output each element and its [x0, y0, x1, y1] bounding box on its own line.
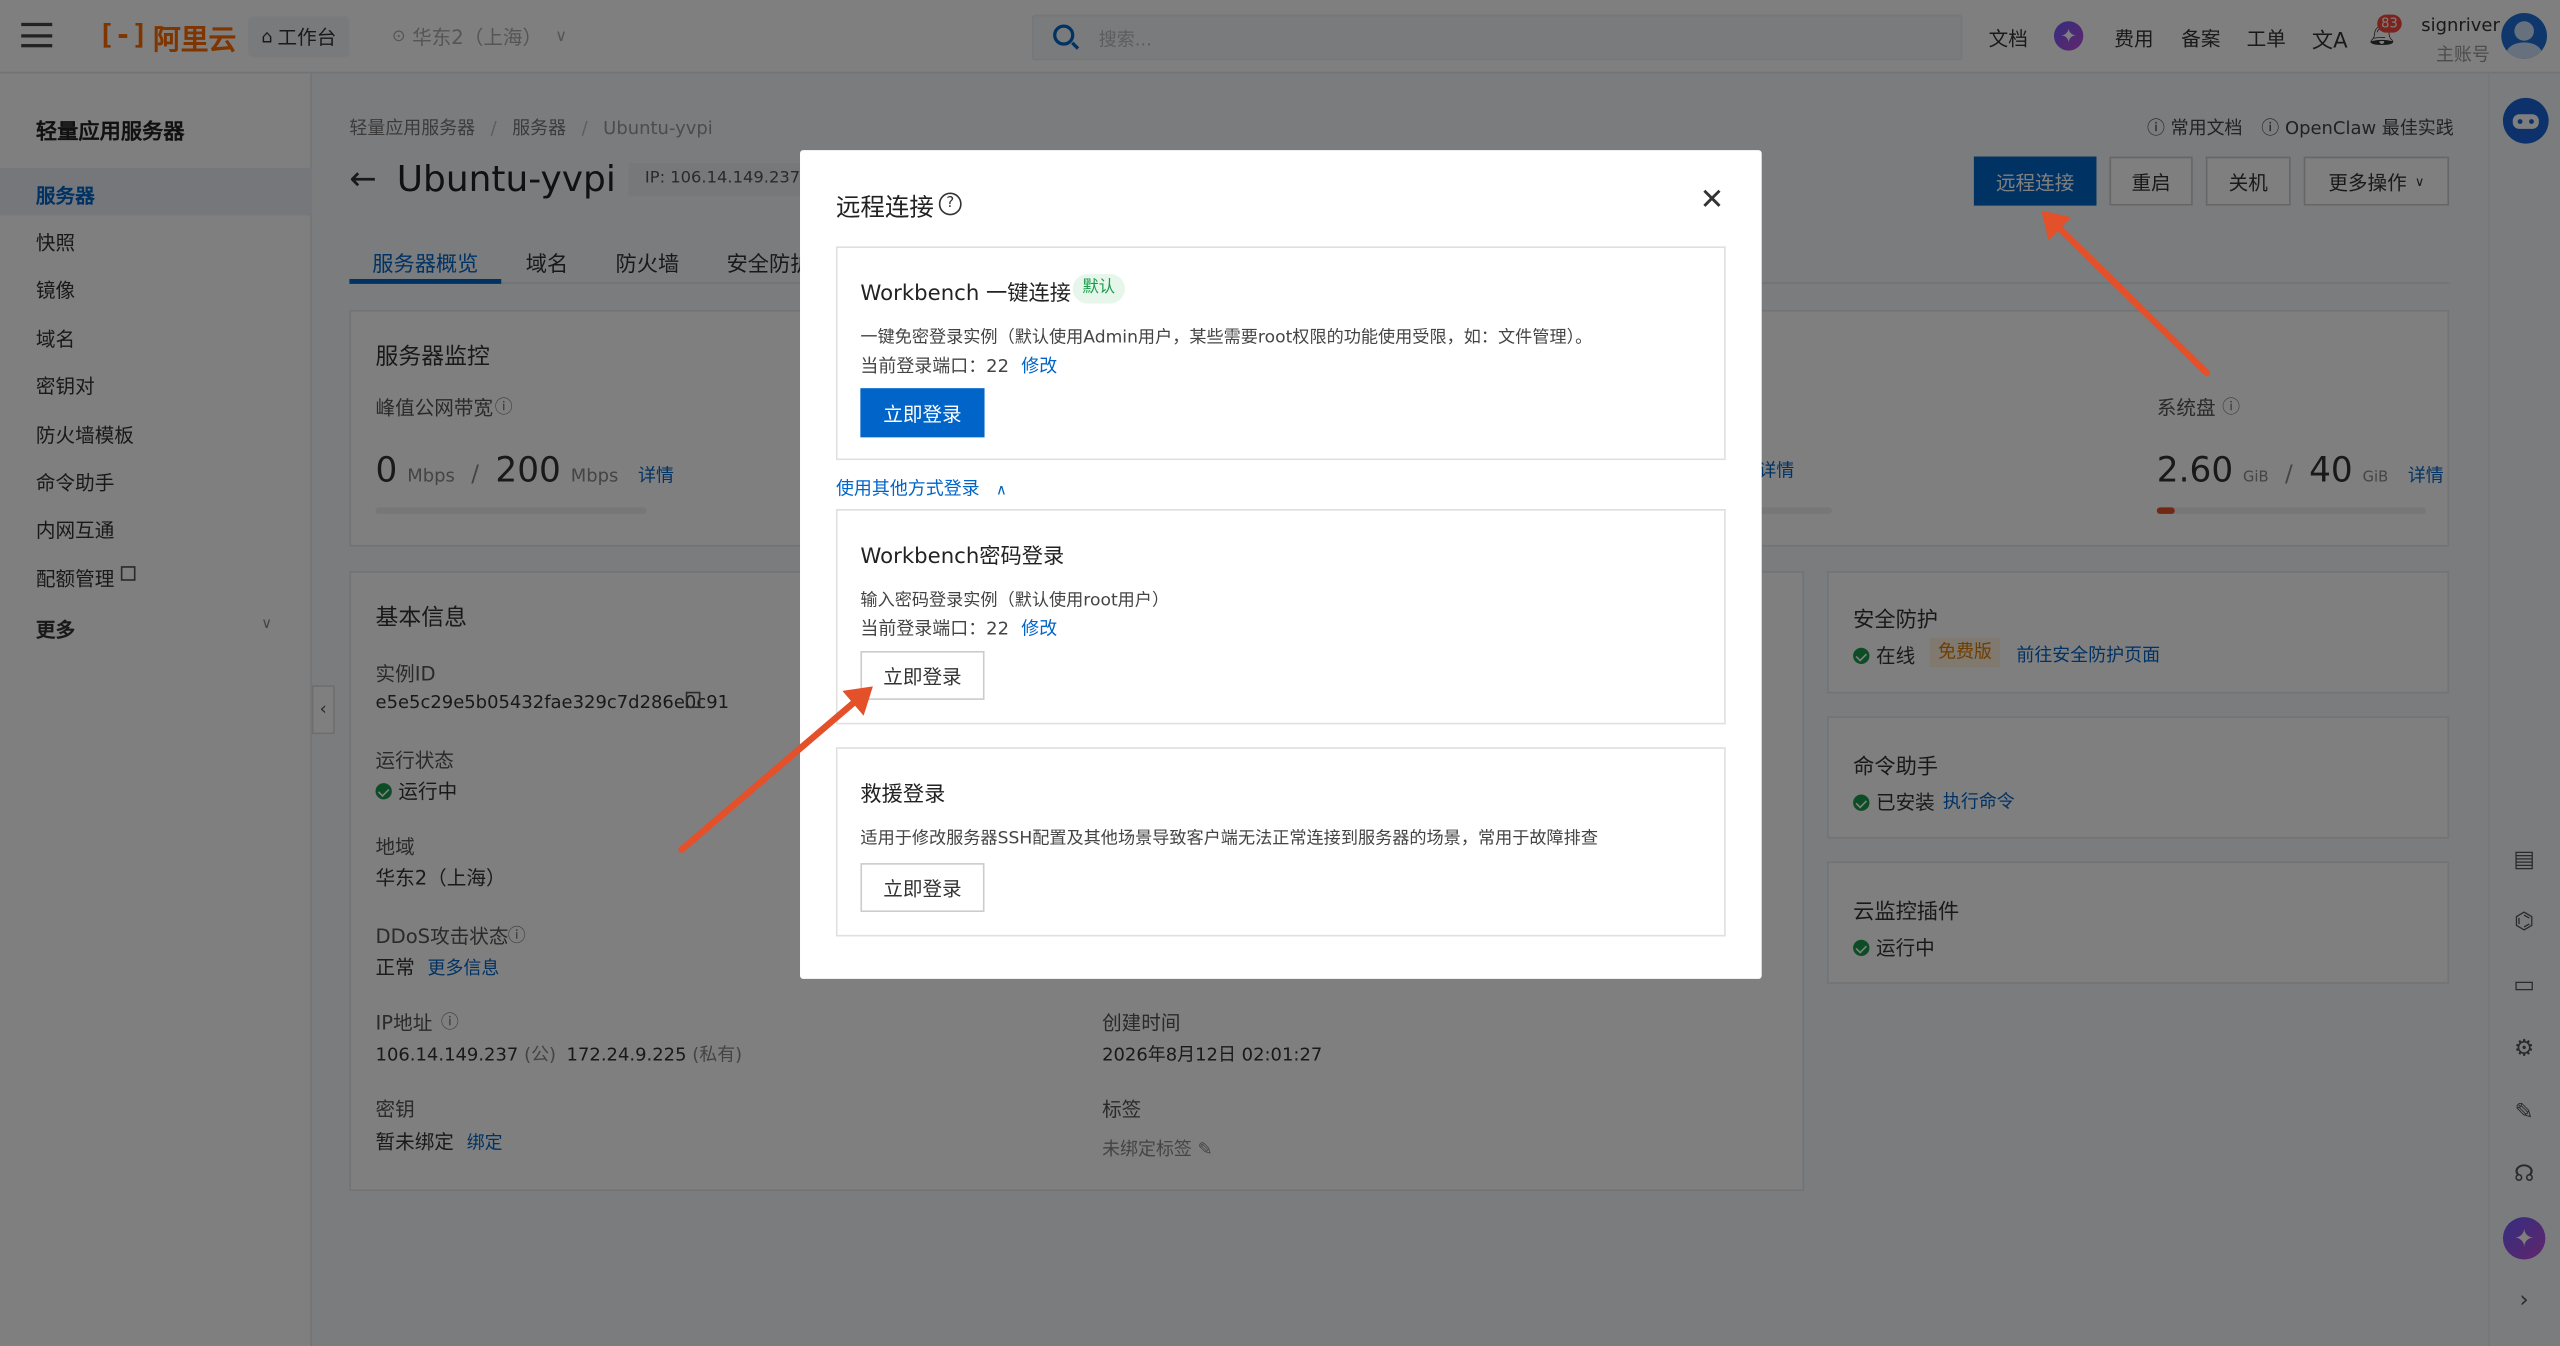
- workbench-quick-title: Workbench 一键连接: [860, 282, 1071, 307]
- quick-port-text: 当前登录端口：22 修改: [860, 355, 1058, 377]
- rescue-login-card: 救援登录 适用于修改服务器SSH配置及其他场景导致客户端无法正常连接到服务器的场…: [835, 747, 1726, 937]
- rescue-login-title: 救援登录: [860, 783, 946, 808]
- password-port-text: 当前登录端口：22 修改: [860, 618, 1058, 640]
- chevron-up-icon: ∧: [995, 482, 1007, 500]
- modify-port-link[interactable]: 修改: [1021, 618, 1057, 639]
- other-methods-toggle[interactable]: 使用其他方式登录 ∧: [836, 475, 1007, 501]
- close-icon[interactable]: ✕: [1700, 185, 1725, 215]
- rescue-login-desc: 适用于修改服务器SSH配置及其他场景导致客户端无法正常连接到服务器的场景，常用于…: [860, 828, 1598, 849]
- workbench-quick-card: Workbench 一键连接 默认 一键免密登录实例（默认使用Admin用户，某…: [835, 246, 1726, 461]
- dialog-title: 远程连接: [835, 192, 934, 222]
- quick-login-button[interactable]: 立即登录: [860, 388, 985, 438]
- default-badge: 默认: [1072, 274, 1125, 304]
- password-login-card: Workbench密码登录 输入密码登录实例（默认使用root用户） 当前登录端…: [835, 509, 1726, 725]
- remote-connect-dialog: 远程连接 ? ✕ Workbench 一键连接 默认 一键免密登录实例（默认使用…: [800, 150, 1762, 979]
- password-login-desc: 输入密码登录实例（默认使用root用户）: [860, 590, 1170, 611]
- password-login-title: Workbench密码登录: [860, 544, 1065, 570]
- help-circle-icon[interactable]: ?: [938, 192, 962, 216]
- workbench-quick-desc: 一键免密登录实例（默认使用Admin用户，某些需要root权限的功能使用受限，如…: [860, 327, 1593, 348]
- modify-port-link[interactable]: 修改: [1021, 356, 1057, 377]
- rescue-login-button[interactable]: 立即登录: [860, 863, 985, 913]
